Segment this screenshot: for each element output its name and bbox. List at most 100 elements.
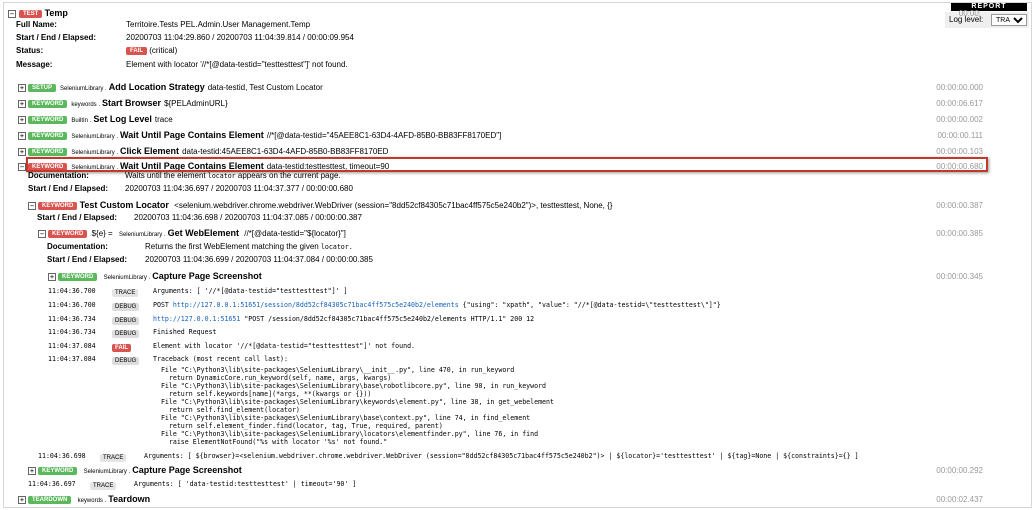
traceback-line: File "C:\Python3\lib\site-packages\Selen… bbox=[153, 366, 515, 374]
expand-icon[interactable]: + bbox=[18, 132, 26, 140]
log-level-badge: TRACE bbox=[90, 482, 117, 490]
log-timestamp: 11:04:36.698 bbox=[38, 452, 86, 460]
custom-locator-row[interactable]: − KEYWORD Test Custom Locator <selenium.… bbox=[4, 200, 1031, 211]
log-level-badge: DEBUG bbox=[112, 357, 140, 365]
keyword-elapsed: 00:00:00.292 bbox=[936, 466, 983, 475]
teardown-row[interactable]: + TEARDOWN keywords . Teardown 00:00:02.4… bbox=[4, 494, 1031, 505]
log-level-badge: DEBUG bbox=[112, 303, 140, 311]
get-times-label: Start / End / Elapsed: bbox=[47, 255, 128, 264]
log-link[interactable]: http://127.0.0.1:51651/session/8dd52cf84… bbox=[173, 301, 459, 309]
keyword-name: Add Location Strategy bbox=[108, 82, 205, 92]
status-note: (critical) bbox=[149, 46, 178, 55]
keyword-badge: KEYWORD bbox=[38, 202, 78, 210]
status-value: FAIL (critical) bbox=[126, 46, 177, 55]
keyword-badge: KEYWORD bbox=[48, 230, 88, 238]
keyword-args: //*[@data-testid="${locator}"] bbox=[244, 229, 346, 238]
keyword-library: SeleniumLibrary . bbox=[83, 469, 131, 475]
traceback-line: File "C:\Python3\lib\site-packages\Selen… bbox=[153, 382, 547, 390]
test-header[interactable]: − TEST Temp 00:00: bbox=[4, 8, 1031, 19]
traceback-text: File "C:\Python3\lib\site-packages\Selen… bbox=[153, 366, 554, 446]
keyword-args: <selenium.webdriver.chrome.webdriver.Web… bbox=[174, 201, 613, 210]
keyword-row[interactable]: + KEYWORD keywords . Start Browser ${PELAdmi… bbox=[4, 98, 1031, 109]
message-label: Message: bbox=[16, 60, 53, 69]
log-row: 11:04:37.084 DEBUG Traceback (most recent … bbox=[4, 354, 1031, 365]
log-link[interactable]: http://127.0.0.1:51651 bbox=[153, 315, 240, 323]
collapse-icon[interactable]: − bbox=[28, 202, 36, 210]
keyword-library: SeleniumLibrary . bbox=[60, 86, 107, 92]
expand-icon[interactable]: + bbox=[18, 496, 26, 504]
expand-icon[interactable]: + bbox=[18, 100, 26, 108]
wait-doc-label: Documentation: bbox=[28, 171, 89, 180]
expand-icon[interactable]: + bbox=[48, 273, 56, 281]
keyword-elapsed: 00:00:00.387 bbox=[936, 201, 983, 210]
status-badge: FAIL bbox=[126, 47, 147, 55]
keyword-badge: KEYWORD bbox=[28, 132, 68, 140]
traceback-line: File "C:\Python3\lib\site-packages\Selen… bbox=[153, 414, 531, 422]
keyword-badge: KEYWORD bbox=[38, 467, 78, 475]
log-row: 11:04:36.734 DEBUG http://127.0.0.1:51651 … bbox=[4, 314, 1031, 325]
log-message: Finished Request bbox=[153, 328, 217, 336]
traceback-line: return self.find_element(locator) bbox=[153, 406, 300, 414]
keyword-assign: ${e} = bbox=[91, 229, 113, 238]
log-message: http://127.0.0.1:51651 "POST /session/8d… bbox=[153, 315, 535, 323]
log-message: Arguments: [ 'data-testid:testtesttest' … bbox=[134, 480, 357, 488]
keyword-name: Set Log Level bbox=[93, 114, 152, 124]
expand-icon[interactable]: + bbox=[18, 116, 26, 124]
keyword-library: SeleniumLibrary . bbox=[103, 275, 151, 281]
keyword-elapsed: 00:00:02.437 bbox=[936, 495, 983, 504]
custom-times-label: Start / End / Elapsed: bbox=[37, 213, 118, 222]
traceback-line: raise ElementNotFound("%s with locator '… bbox=[153, 438, 388, 446]
log-level-badge: DEBUG bbox=[112, 330, 140, 338]
custom-times-value: 20200703 11:04:36.698 / 20200703 11:04:3… bbox=[134, 213, 362, 222]
status-label: Status: bbox=[16, 46, 44, 55]
keyword-args: data-testid, Test Custom Locator bbox=[207, 83, 323, 92]
expand-icon[interactable]: + bbox=[28, 467, 36, 475]
expand-icon[interactable]: + bbox=[18, 148, 26, 156]
teardown-badge: TEARDOWN bbox=[28, 496, 72, 504]
keyword-args: //*[@data-testid="45AEE8C1-63D4-4AFD-85B… bbox=[266, 131, 502, 140]
log-level-badge: TRACE bbox=[100, 454, 127, 462]
get-doc-value: Returns the first WebElement matching th… bbox=[145, 242, 353, 251]
keyword-elapsed: 00:00:00.103 bbox=[936, 147, 983, 156]
get-webelement-row[interactable]: − KEYWORD ${e} = SeleniumLibrary . Get We… bbox=[4, 228, 1031, 239]
log-timestamp: 11:04:37.084 bbox=[48, 342, 96, 350]
collapse-icon[interactable]: − bbox=[18, 163, 26, 171]
keyword-row[interactable]: + KEYWORD SeleniumLibrary . Wait Until Page… bbox=[4, 130, 1031, 141]
message-value: Element with locator '//*[@data-testid="… bbox=[126, 60, 348, 69]
keyword-badge: KEYWORD bbox=[28, 148, 68, 156]
test-badge: TEST bbox=[19, 10, 43, 18]
log-timestamp: 11:04:36.734 bbox=[48, 328, 96, 336]
capture-screenshot-row-2[interactable]: + KEYWORD SeleniumLibrary . Capture Page … bbox=[4, 465, 1031, 476]
keyword-elapsed: 00:00:06.617 bbox=[936, 99, 983, 108]
keyword-name: Click Element bbox=[120, 146, 180, 156]
keyword-elapsed: 00:00:00.111 bbox=[937, 131, 983, 140]
traceback-line: File "C:\Python3\lib\site-packages\Selen… bbox=[153, 398, 554, 406]
full-name-value: Territoire.Tests PEL.Admin.User Manageme… bbox=[126, 20, 311, 29]
keyword-row[interactable]: + KEYWORD SeleniumLibrary . Click Element da… bbox=[4, 146, 1031, 157]
collapse-icon[interactable]: − bbox=[8, 10, 16, 18]
traceback-line: return DynamicCore.run_keyword(self, nam… bbox=[153, 374, 392, 382]
keyword-badge: KEYWORD bbox=[58, 273, 98, 281]
keyword-args: trace bbox=[154, 115, 173, 124]
expand-icon[interactable]: + bbox=[18, 84, 26, 92]
times-value: 20200703 11:04:29.860 / 20200703 11:04:3… bbox=[126, 33, 354, 42]
collapse-icon[interactable]: − bbox=[38, 230, 46, 238]
wait-doc-value: Waits until the element locator appears … bbox=[125, 171, 341, 180]
wait-times-value: 20200703 11:04:36.697 / 20200703 11:04:3… bbox=[125, 184, 353, 193]
log-message: POST http://127.0.0.1:51651/session/8dd5… bbox=[153, 301, 721, 309]
test-elapsed: 00:00: bbox=[958, 9, 981, 18]
keyword-elapsed: 00:00:00.000 bbox=[936, 83, 983, 92]
log-level-badge: FAIL bbox=[112, 344, 131, 352]
log-timestamp: 11:04:36.734 bbox=[48, 315, 96, 323]
keyword-name: Capture Page Screenshot bbox=[132, 465, 242, 475]
keyword-library: keywords . bbox=[77, 498, 107, 504]
keyword-row[interactable]: + SETUP SeleniumLibrary . Add Location Stra… bbox=[4, 82, 1031, 93]
keyword-row[interactable]: + KEYWORD BuiltIn . Set Log Level trace 00:00… bbox=[4, 114, 1031, 125]
capture-screenshot-row[interactable]: + KEYWORD SeleniumLibrary . Capture Page … bbox=[4, 271, 1031, 282]
keyword-badge: KEYWORD bbox=[28, 100, 68, 108]
keyword-name: Capture Page Screenshot bbox=[152, 271, 262, 281]
keyword-name: Teardown bbox=[108, 494, 151, 504]
log-timestamp: 11:04:36.700 bbox=[48, 287, 96, 295]
robot-log-frame: REPORT Log level: TRACE − TEST Temp 00:0… bbox=[3, 2, 1032, 508]
keyword-library: SeleniumLibrary . bbox=[71, 150, 119, 156]
